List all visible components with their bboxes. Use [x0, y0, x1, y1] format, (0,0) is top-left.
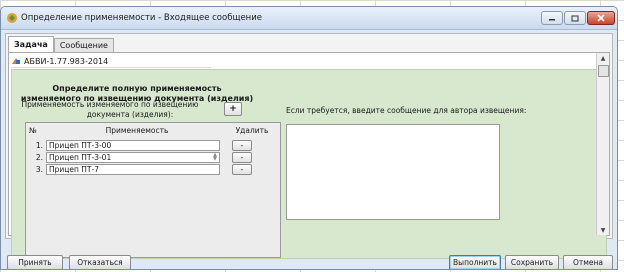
applicability-label-line2: документа (изделия):	[86, 110, 174, 119]
maximize-button[interactable]	[564, 11, 586, 25]
document-icon	[12, 58, 20, 64]
task-area: АБВИ-1.77.983-2014 Определите полную при…	[8, 52, 610, 259]
title-bar[interactable]: Определение применяемости - Входящее соо…	[1, 7, 617, 30]
applicability-value: Прицеп ПТ-3-01	[49, 152, 112, 162]
applicability-field[interactable]: Прицеп ПТ-3-00	[46, 139, 220, 151]
close-icon	[597, 14, 605, 22]
tab-message[interactable]: Сообщение	[53, 38, 114, 52]
decline-button[interactable]: Отказаться	[69, 255, 131, 269]
scroll-thumb[interactable]	[598, 65, 609, 77]
minimize-button[interactable]	[541, 11, 563, 25]
dialog-window: Определение применяемости - Входящее соо…	[0, 6, 618, 270]
save-button[interactable]: Сохранить	[505, 255, 559, 269]
applicability-field[interactable]: Прицеп ПТ-3-01 ▲ ▼	[46, 151, 220, 163]
delete-row-button[interactable]: -	[232, 139, 252, 151]
applicability-label-line1: Применяемость изменяемого по извещению	[21, 100, 199, 109]
row-number: 3.	[35, 164, 43, 174]
table-row: 1. Прицеп ПТ-3-00 -	[26, 139, 280, 151]
applicability-field[interactable]: Прицеп ПТ-7	[46, 163, 220, 175]
delete-row-button[interactable]: -	[232, 163, 252, 175]
app-icon	[7, 13, 17, 23]
maximize-icon	[571, 15, 579, 21]
author-message-hint: Если требуется, введите сообщение для ав…	[286, 106, 527, 115]
applicability-label: Применяемость изменяемого по извещению д…	[20, 100, 200, 120]
spinner-icon[interactable]: ▲ ▼	[213, 152, 217, 161]
table-row: 2. Прицеп ПТ-3-01 ▲ ▼ -	[26, 151, 280, 163]
cancel-button[interactable]: Отмена	[563, 255, 613, 269]
add-row-button[interactable]: +	[224, 102, 242, 116]
header-delete: Удалить	[235, 125, 269, 135]
minimize-icon	[549, 19, 555, 21]
panel-title-line1: Определите полную применяемость	[52, 84, 222, 93]
applicability-panel: Определите полную применяемость изменяем…	[11, 69, 607, 259]
vertical-scrollbar[interactable]: ▲ ▼	[596, 53, 609, 235]
window-title: Определение применяемости - Входящее соо…	[21, 13, 262, 23]
dialog-content: Задача Сообщение АБВИ-1.77.983-2014 Опре…	[5, 33, 613, 259]
scroll-up-icon[interactable]: ▲	[597, 53, 609, 63]
header-num: №	[29, 125, 37, 135]
tab-bar: Задача Сообщение	[8, 36, 114, 52]
row-number: 1.	[35, 140, 43, 150]
row-number: 2.	[35, 152, 43, 162]
table-row: 3. Прицеп ПТ-7 -	[26, 163, 280, 175]
close-button[interactable]	[587, 11, 615, 25]
table-header: № Применяемость Удалить	[26, 123, 280, 137]
header-applicability: Применяемость	[105, 125, 169, 135]
document-line[interactable]: АБВИ-1.77.983-2014	[11, 55, 211, 68]
tab-task[interactable]: Задача	[8, 36, 54, 52]
accept-button[interactable]: Принять	[7, 255, 63, 269]
document-code: АБВИ-1.77.983-2014	[24, 56, 109, 66]
delete-row-button[interactable]: -	[232, 151, 252, 163]
execute-button[interactable]: Выполнить	[449, 255, 501, 269]
scroll-down-icon[interactable]: ▼	[597, 225, 609, 235]
author-message-input[interactable]	[286, 124, 500, 220]
applicability-table: № Применяемость Удалить 1. Прицеп ПТ-3-0…	[25, 122, 281, 258]
